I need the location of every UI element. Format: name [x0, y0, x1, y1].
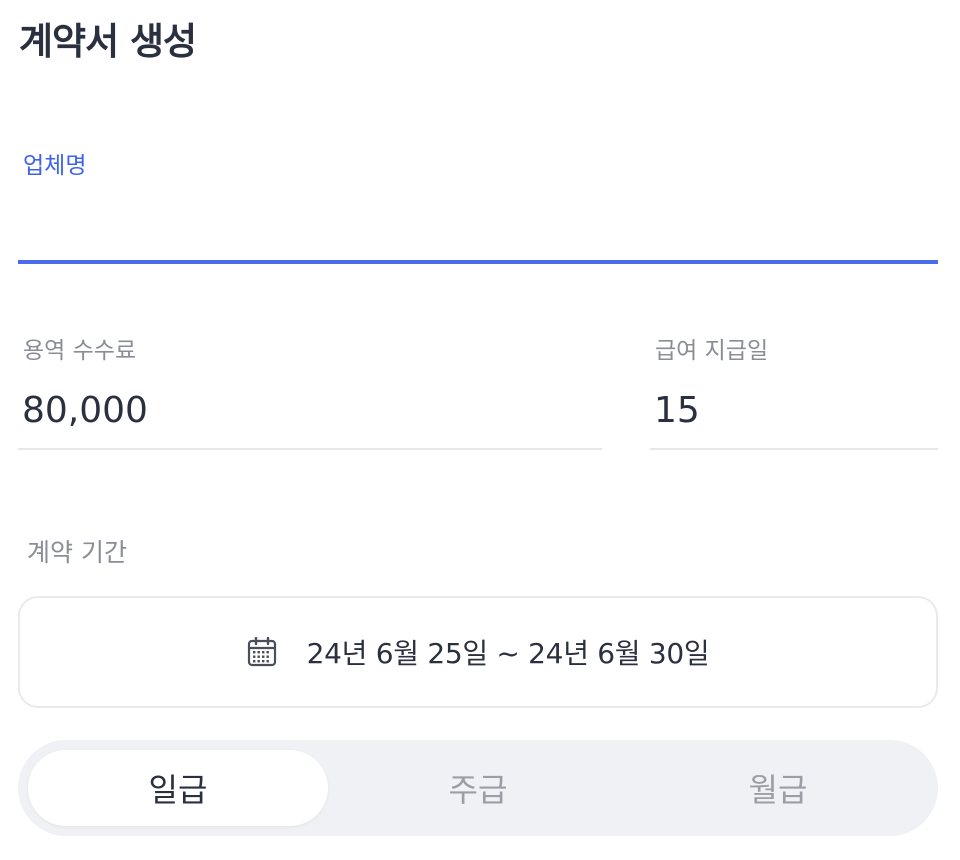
service-fee-field: 용역 수수료: [18, 335, 602, 450]
pay-day-input[interactable]: [650, 372, 938, 450]
period-picker[interactable]: 24년 6월 25일 ~ 24년 6월 30일: [18, 596, 938, 708]
service-fee-label: 용역 수수료: [23, 338, 137, 364]
period-value: 24년 6월 25일 ~ 24년 6월 30일: [306, 637, 710, 670]
pay-day-field: 급여 지급일: [650, 335, 938, 450]
pay-type-segmented-control: 일급 주급 월급: [18, 740, 938, 836]
company-field: 업체명: [18, 150, 938, 264]
calendar-icon: [247, 636, 277, 667]
period-label: 계약 기간: [27, 538, 127, 567]
pay-type-weekly[interactable]: 주급: [328, 750, 628, 826]
pay-type-daily[interactable]: 일급: [28, 750, 328, 826]
page-title: 계약서 생성: [19, 20, 197, 63]
company-label: 업체명: [23, 153, 87, 179]
pay-day-label: 급여 지급일: [655, 338, 769, 364]
company-input[interactable]: [18, 194, 938, 264]
pay-type-monthly[interactable]: 월급: [628, 750, 928, 826]
service-fee-input[interactable]: [18, 372, 602, 450]
